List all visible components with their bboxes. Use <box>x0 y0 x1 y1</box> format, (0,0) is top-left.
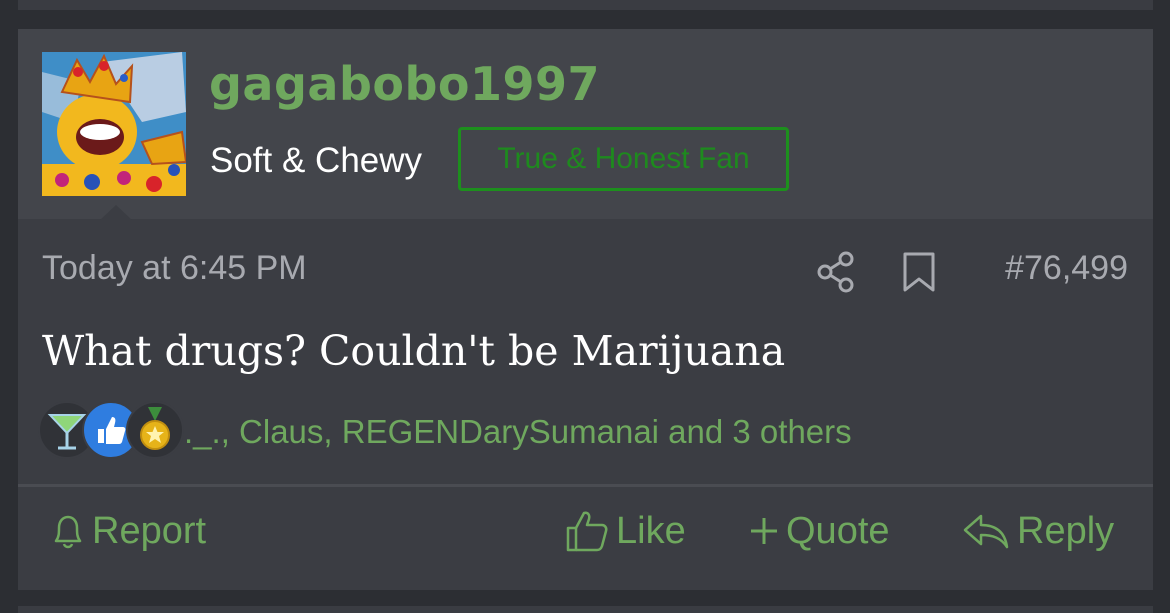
bell-icon <box>54 515 82 549</box>
reply-button[interactable]: Reply <box>961 503 1114 559</box>
reply-icon <box>963 514 1009 549</box>
thumbs-up-outline-icon <box>566 511 608 552</box>
actions-divider <box>18 484 1153 487</box>
header-caret <box>100 205 132 220</box>
plus-icon <box>751 518 777 544</box>
share-icon[interactable] <box>816 251 856 297</box>
bookmark-icon[interactable] <box>902 251 936 297</box>
post-card: gagabobo1997 Soft & Chewy True & Honest … <box>18 29 1153 590</box>
post-number-link[interactable]: #76,499 <box>1005 249 1128 288</box>
medal-icon <box>126 401 184 459</box>
like-label: Like <box>616 509 686 552</box>
quote-button[interactable]: Quote <box>748 503 890 559</box>
like-button[interactable]: Like <box>564 503 686 559</box>
avatar[interactable] <box>42 52 186 196</box>
previous-post-card <box>18 0 1153 10</box>
user-title: Soft & Chewy <box>210 141 423 180</box>
report-label: Report <box>92 509 207 552</box>
post-timestamp[interactable]: Today at 6:45 PM <box>42 249 307 288</box>
username-link[interactable]: gagabobo1997 <box>209 57 600 111</box>
quote-label: Quote <box>786 509 890 552</box>
reply-label: Reply <box>1017 509 1115 552</box>
post-message: What drugs? Couldn't be Marijuana <box>42 327 786 375</box>
report-button[interactable]: Report <box>50 503 206 559</box>
reaction-icons[interactable] <box>38 401 184 459</box>
next-post-card <box>18 606 1153 613</box>
post-header: gagabobo1997 Soft & Chewy True & Honest … <box>18 29 1153 220</box>
reaction-summary-link[interactable]: ._., Claus, REGENDarySumanai and 3 other… <box>184 413 852 451</box>
user-badge: True & Honest Fan <box>458 127 789 191</box>
